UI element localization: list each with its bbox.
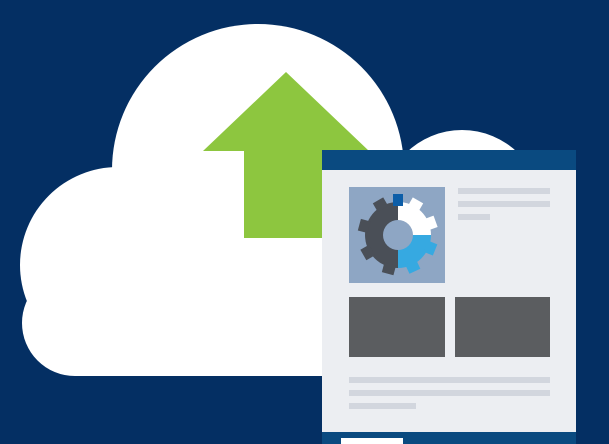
illustration-canvas [0,0,609,444]
webpage-mockup [322,150,576,444]
text-line [458,201,550,207]
content-block [349,297,445,357]
footer-accent [341,438,403,444]
cloud-upload-illustration [0,0,609,444]
content-block [455,297,550,357]
text-line [349,377,550,383]
page-header-bar [322,150,576,170]
text-line [349,403,416,409]
text-line [458,188,550,194]
text-line [458,214,490,220]
text-line [349,390,550,396]
